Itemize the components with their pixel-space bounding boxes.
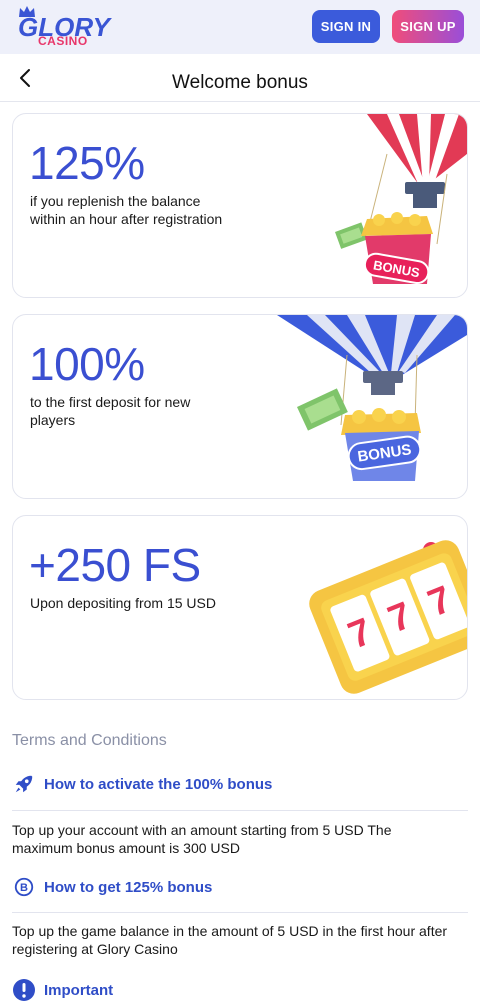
faq-question-important[interactable]: Important bbox=[12, 976, 468, 1004]
bonus-description: if you replenish the balance within an h… bbox=[30, 193, 223, 227]
bonus-amount: +250 FS bbox=[29, 539, 201, 591]
bonus-description: Upon depositing from 15 USD bbox=[30, 595, 216, 611]
balloon-bonus-illustration: BONUS bbox=[335, 114, 467, 285]
bonus-description: to the first deposit for new players bbox=[30, 394, 191, 428]
exclamation-icon bbox=[12, 978, 36, 1002]
faq-question-activate-100[interactable]: How to activate the 100% bonus bbox=[12, 770, 468, 798]
divider bbox=[12, 810, 468, 811]
faq-question-text: Important bbox=[44, 981, 114, 999]
sign-up-button[interactable]: SIGN UP bbox=[392, 10, 464, 43]
balloon-bonus-illustration: BONUS bbox=[277, 315, 467, 481]
faq-question-text: How to get 125% bonus bbox=[44, 878, 213, 896]
bonus-amount: 125% bbox=[29, 137, 145, 189]
page-header: Welcome bonus bbox=[0, 54, 480, 102]
page-title: Welcome bonus bbox=[172, 72, 308, 93]
faq-question-get-125[interactable]: B How to get 125% bonus bbox=[12, 873, 468, 901]
slot-machine-illustration: 7 7 7 bbox=[309, 540, 467, 694]
faq-answer-text: Top up your account with an amount start… bbox=[12, 822, 392, 856]
svg-text:B: B bbox=[20, 882, 28, 894]
bonus-card-free-spins[interactable]: +250 FS Upon depositing from 15 USD 7 7 … bbox=[12, 515, 468, 700]
logo-casino-text: CASINO bbox=[38, 34, 88, 48]
faq-answer-text: Top up the game balance in the amount of… bbox=[12, 923, 448, 957]
bitcoin-icon: B bbox=[12, 875, 36, 899]
top-bar: GLORY CASINO SIGN IN SIGN UP bbox=[0, 0, 480, 54]
bonus-card-125[interactable]: 125% if you replenish the balance within… bbox=[12, 113, 468, 298]
rocket-icon bbox=[12, 772, 36, 796]
bonus-amount: 100% bbox=[29, 338, 145, 390]
faq-question-text: How to activate the 100% bonus bbox=[44, 775, 273, 793]
divider bbox=[12, 912, 468, 913]
bonus-card-100[interactable]: 100% to the first deposit for new player… bbox=[12, 314, 468, 499]
terms-heading: Terms and Conditions bbox=[12, 732, 167, 749]
sign-in-button[interactable]: SIGN IN bbox=[312, 10, 380, 43]
glory-casino-logo[interactable]: GLORY CASINO bbox=[18, 6, 110, 48]
